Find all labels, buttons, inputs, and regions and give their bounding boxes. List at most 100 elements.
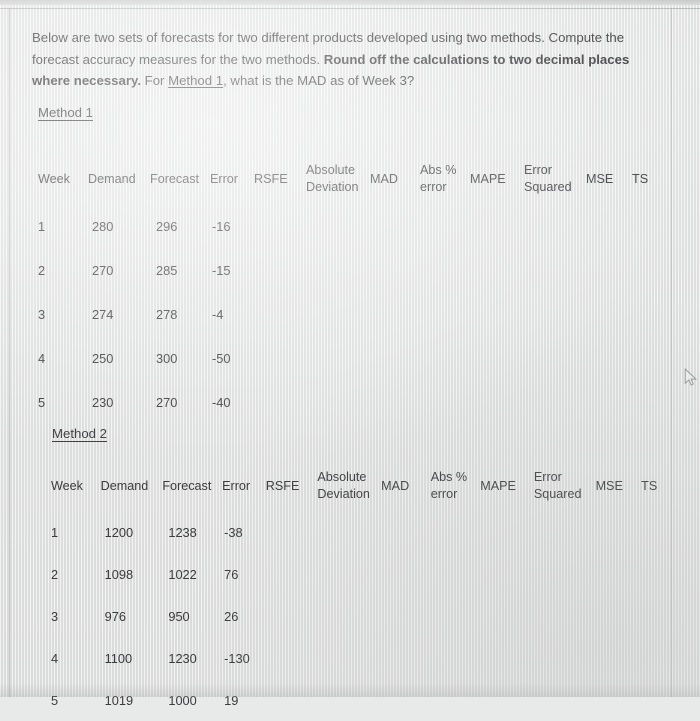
section-heading-method-1: Method 1	[38, 105, 93, 120]
cell-error-sq[interactable]	[534, 511, 596, 553]
cell-error-sq[interactable]	[524, 292, 586, 336]
cell-mse[interactable]	[596, 553, 642, 595]
cell-abs-pct[interactable]	[431, 679, 481, 721]
cell-mse[interactable]	[586, 248, 632, 292]
cell-abs-pct[interactable]	[431, 511, 481, 553]
cell-ts[interactable]	[641, 553, 671, 595]
cell-mad[interactable]	[381, 637, 431, 679]
table-row: 1 280 296 -16	[38, 204, 662, 248]
cell-mape[interactable]	[470, 204, 524, 248]
col-header-abs-percent-error-line2: error	[420, 180, 447, 194]
cell-rsfe[interactable]	[266, 595, 318, 637]
cell-ts[interactable]	[641, 511, 671, 553]
cell-abs-dev[interactable]	[306, 248, 370, 292]
section-heading-method-2: Method 2	[52, 426, 107, 441]
cell-mape[interactable]	[480, 637, 534, 679]
cell-abs-pct[interactable]	[431, 595, 481, 637]
cell-error-sq[interactable]	[534, 595, 596, 637]
cell-mse[interactable]	[586, 336, 632, 380]
cell-mad[interactable]	[370, 204, 420, 248]
cell-ts[interactable]	[641, 679, 671, 721]
cell-abs-dev[interactable]	[306, 204, 370, 248]
cell-error-sq[interactable]	[534, 637, 596, 679]
cell-mad[interactable]	[381, 511, 431, 553]
cell-error-sq[interactable]	[524, 336, 586, 380]
cell-error-sq[interactable]	[524, 380, 586, 424]
cell-abs-dev[interactable]	[317, 553, 381, 595]
cell-abs-pct[interactable]	[420, 336, 470, 380]
cell-ts[interactable]	[632, 248, 662, 292]
cell-mape[interactable]	[470, 292, 524, 336]
cell-demand: 1098	[104, 566, 134, 582]
cell-rsfe[interactable]	[266, 553, 318, 595]
cell-mad[interactable]	[370, 248, 420, 292]
cell-week: 4	[51, 650, 59, 666]
cell-mse[interactable]	[596, 679, 642, 721]
cell-mape[interactable]	[480, 595, 534, 637]
cell-forecast: 1238	[168, 524, 197, 540]
cell-rsfe[interactable]	[266, 679, 318, 721]
cell-mse[interactable]	[596, 595, 642, 637]
cell-error-sq[interactable]	[524, 248, 586, 292]
cell-abs-dev[interactable]	[306, 336, 370, 380]
col-header-mad: MAD	[370, 171, 398, 186]
cell-mse[interactable]	[586, 380, 632, 424]
content-right-border	[671, 8, 672, 697]
cell-mape[interactable]	[480, 553, 534, 595]
cell-rsfe[interactable]	[266, 637, 318, 679]
cell-abs-dev[interactable]	[317, 679, 381, 721]
cell-mad[interactable]	[381, 679, 431, 721]
cell-abs-pct[interactable]	[420, 292, 470, 336]
cell-week: 5	[38, 394, 46, 410]
col-header-error-squared: Error Squared	[534, 461, 596, 511]
cell-rsfe[interactable]	[266, 511, 318, 553]
table-row: 4 250 300 -50	[38, 336, 662, 380]
cell-ts[interactable]	[632, 380, 662, 424]
cell-abs-dev[interactable]	[317, 637, 381, 679]
cell-abs-dev[interactable]	[306, 292, 370, 336]
cell-mad[interactable]	[370, 336, 420, 380]
cell-mape[interactable]	[470, 248, 524, 292]
cell-abs-pct[interactable]	[420, 248, 470, 292]
col-header-absolute-deviation-line1: Absolute	[317, 470, 367, 484]
cell-abs-dev[interactable]	[317, 595, 381, 637]
cell-mape[interactable]	[480, 679, 534, 721]
cell-mad[interactable]	[370, 292, 420, 336]
question-paragraph: Below are two sets of forecasts for two …	[32, 27, 662, 92]
cell-error-sq[interactable]	[524, 204, 586, 248]
table-row: 3 976 950 26	[51, 595, 671, 637]
cell-mad[interactable]	[370, 380, 420, 424]
col-header-abs-percent-error: Abs % error	[420, 154, 470, 204]
cell-rsfe[interactable]	[254, 380, 306, 424]
cell-abs-pct[interactable]	[420, 380, 470, 424]
col-header-week: Week	[51, 478, 83, 493]
cell-abs-pct[interactable]	[431, 553, 481, 595]
cell-rsfe[interactable]	[254, 248, 306, 292]
cell-rsfe[interactable]	[254, 204, 306, 248]
cell-mad[interactable]	[381, 553, 431, 595]
cell-abs-pct[interactable]	[420, 204, 470, 248]
cell-abs-dev[interactable]	[306, 380, 370, 424]
cell-ts[interactable]	[632, 336, 662, 380]
cell-ts[interactable]	[632, 204, 662, 248]
cell-ts[interactable]	[641, 637, 671, 679]
cell-abs-dev[interactable]	[317, 511, 381, 553]
cell-rsfe[interactable]	[254, 336, 306, 380]
cell-ts[interactable]	[641, 595, 671, 637]
cell-demand: 976	[104, 608, 126, 624]
table-header-row: Week Demand Forecast Error RSFE Absolute…	[51, 461, 671, 511]
cell-abs-pct[interactable]	[431, 637, 481, 679]
cell-mape[interactable]	[480, 511, 534, 553]
cell-mad[interactable]	[381, 595, 431, 637]
cell-ts[interactable]	[632, 292, 662, 336]
cell-mse[interactable]	[586, 204, 632, 248]
cell-mape[interactable]	[470, 380, 524, 424]
table-method-2: Week Demand Forecast Error RSFE Absolute…	[51, 461, 671, 721]
cell-mse[interactable]	[586, 292, 632, 336]
cell-rsfe[interactable]	[254, 292, 306, 336]
cell-error-sq[interactable]	[534, 553, 596, 595]
cell-mape[interactable]	[470, 336, 524, 380]
cell-mse[interactable]	[596, 637, 642, 679]
cell-mse[interactable]	[596, 511, 642, 553]
cell-error-sq[interactable]	[534, 679, 596, 721]
